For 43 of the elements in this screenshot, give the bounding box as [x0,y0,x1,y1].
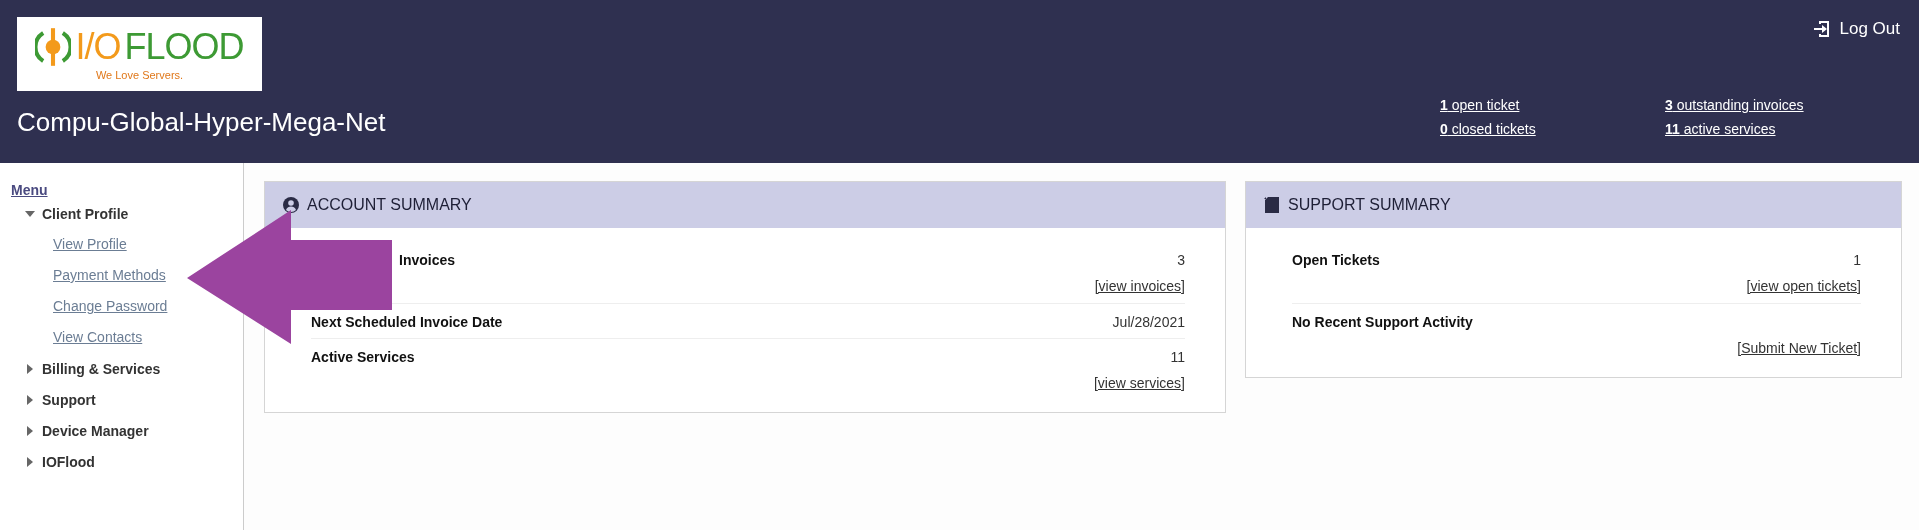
logo-text: I/O [75,26,121,68]
user-icon [283,197,299,213]
row-value: 1 [1853,252,1861,268]
caret-icon [25,425,35,436]
submenu-link[interactable]: View Profile [11,229,127,260]
row-link[interactable]: [view invoices] [1094,278,1185,294]
menu-item[interactable]: IOFlood [11,446,95,477]
caret-icon [25,208,35,219]
row-label: Invoices [398,252,456,268]
document-icon [1264,197,1280,213]
menu-title[interactable]: Menu [11,182,48,198]
company-name: Compu-Global-Hyper-Mega-Net [17,107,386,138]
row-value: 3 [1177,252,1185,268]
stat-link[interactable]: 1 open ticket [1440,97,1665,113]
caret-icon [25,363,35,374]
panel-title: SUPPORT SUMMARY [1288,196,1451,214]
caret-icon [25,394,35,405]
submenu-link[interactable]: View Contacts [11,322,143,353]
stat-link[interactable]: 3 outstanding invoices [1665,97,1900,113]
logout-icon [1811,19,1832,39]
row-link[interactable]: [Submit New Ticket] [1737,340,1861,356]
panel-title: ACCOUNT SUMMARY [307,196,472,214]
stat-link[interactable]: 0 closed tickets [1440,121,1665,137]
menu-item[interactable]: Support [11,384,96,415]
row-label: Next Scheduled Invoice Date [311,314,503,330]
submenu-link[interactable]: Change Password [11,291,168,322]
caret-icon [25,456,35,467]
stat-link[interactable]: 11 active services [1665,121,1900,137]
logout-link[interactable]: Log Out [1811,19,1900,39]
row-label: Active Services [311,349,415,365]
logo-tagline: We Love Servers. [95,69,184,81]
row-value: 11 [1170,349,1185,365]
logo-icon [35,26,72,68]
menu-item[interactable]: Billing & Services [11,353,161,384]
row-link[interactable]: [view open tickets] [1746,278,1861,294]
row-link[interactable]: [view services] [1093,375,1185,391]
row-value: Jul/28/2021 [1112,314,1185,330]
logo-text: FLOOD [124,26,244,68]
row-label: No Recent Support Activity [1292,314,1473,330]
row-label: Open Tickets [1292,252,1380,268]
menu-item[interactable]: Client Profile [11,198,129,229]
submenu-link[interactable]: Payment Methods [11,260,166,291]
menu-item[interactable]: Device Manager [11,415,149,446]
